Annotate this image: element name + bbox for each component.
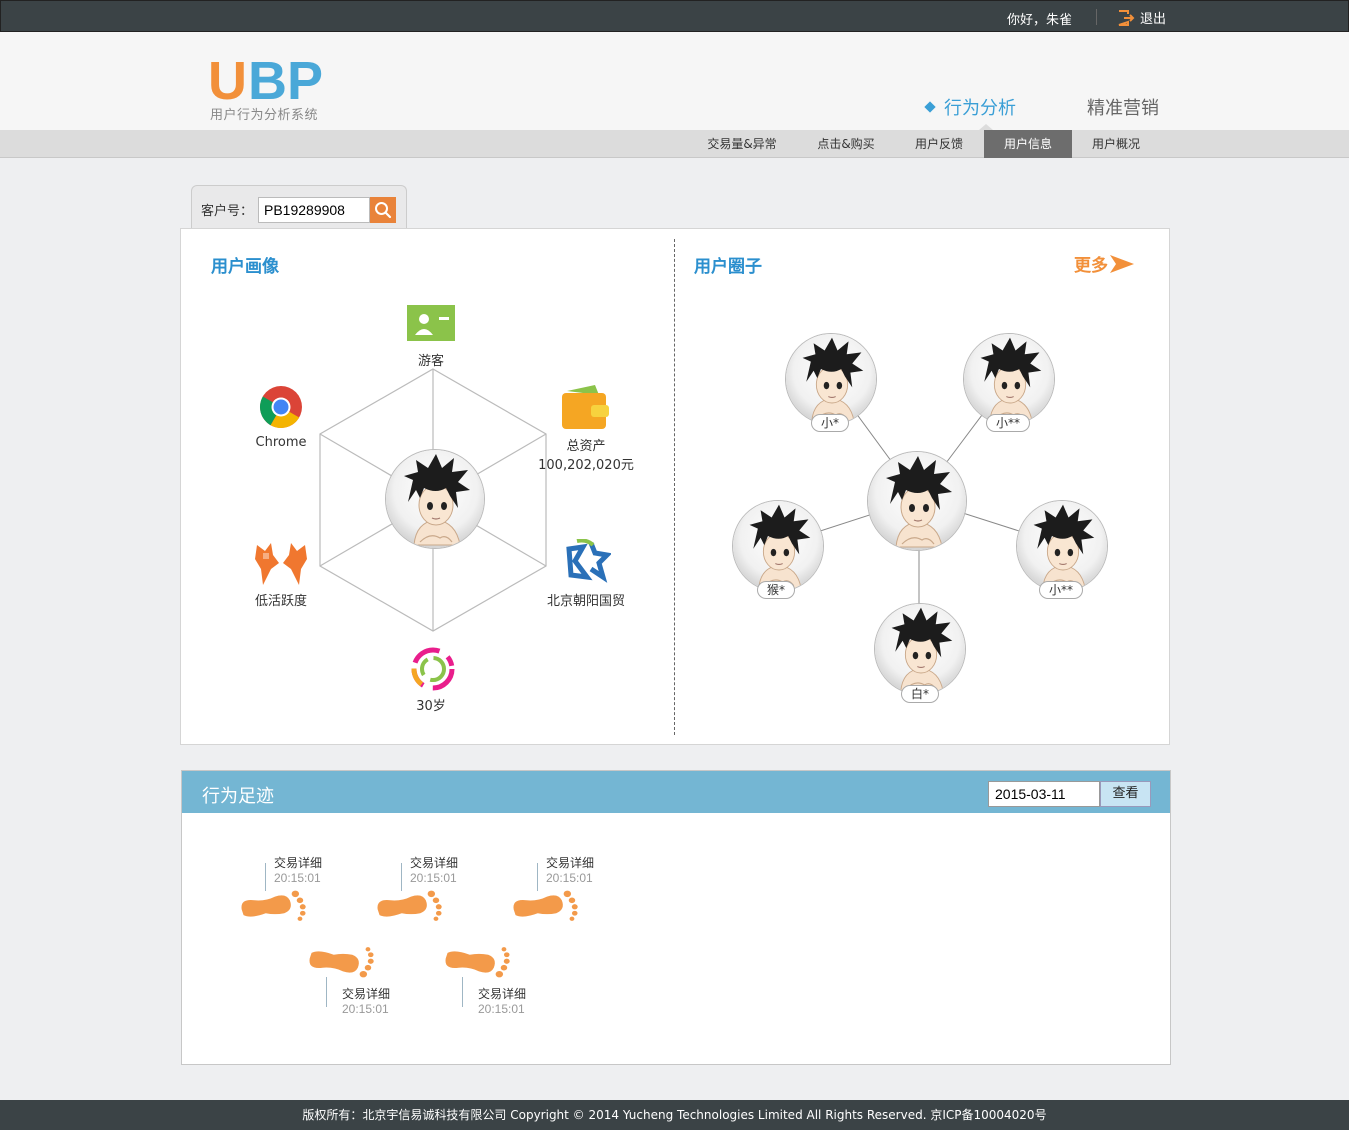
footprint-detail[interactable]: 交易详细 bbox=[478, 985, 526, 1002]
location-label: 北京朝阳国贸 bbox=[546, 594, 625, 609]
greeting-text: 你好，朱雀 bbox=[1007, 13, 1073, 28]
more-link[interactable]: 更多 bbox=[1074, 251, 1134, 276]
subnav-item-click-purchase[interactable]: 点击&购买 bbox=[805, 130, 887, 158]
diamond-icon bbox=[924, 101, 936, 113]
logout-icon bbox=[1118, 9, 1135, 26]
friend-avatar-1[interactable] bbox=[785, 333, 877, 425]
browser-label: Chrome bbox=[255, 435, 307, 450]
more-label: 更多 bbox=[1074, 256, 1108, 276]
customer-id-label: 客户号： bbox=[201, 204, 254, 219]
view-button[interactable]: 查看 bbox=[1100, 781, 1151, 807]
footprint-time: 20:15:01 bbox=[342, 1002, 389, 1016]
behavior-footprint-panel: 行为足迹 2015-03-11 查看 交易详细 20:15:01 交易详细 20… bbox=[181, 770, 1171, 1065]
footprint-time: 20:15:01 bbox=[410, 871, 457, 885]
friend-name-1[interactable]: 小* bbox=[811, 414, 850, 432]
main-nav-behavior-analysis[interactable]: 行为分析 bbox=[924, 94, 1016, 120]
chrome-icon bbox=[259, 386, 302, 429]
footprint-detail[interactable]: 交易详细 bbox=[274, 854, 322, 871]
footprint-connector bbox=[462, 977, 463, 1007]
friend-name-5[interactable]: 白* bbox=[901, 685, 940, 703]
center-user-avatar bbox=[867, 451, 967, 551]
footer: 版权所有：北京宇信易诚科技有限公司 Copyright © 2014 Yuche… bbox=[0, 1100, 1349, 1130]
logo-letters-bp: BP bbox=[248, 51, 324, 111]
user-circle-title: 用户圈子 bbox=[694, 257, 762, 277]
activity-icon bbox=[255, 543, 307, 585]
date-input[interactable]: 2015-03-11 bbox=[988, 781, 1100, 807]
age-label: 30岁 bbox=[416, 699, 446, 714]
footprint-time: 20:15:01 bbox=[478, 1002, 525, 1016]
user-profile-panel: 用户画像 游客 Chrome 总资产 100,202,020元 北京朝阳国贸 低… bbox=[180, 228, 1170, 745]
search-icon bbox=[375, 202, 392, 219]
footprint-icon bbox=[374, 885, 448, 923]
activity-label: 低活跃度 bbox=[254, 594, 307, 609]
footprint-icon bbox=[306, 945, 380, 983]
id-card-icon bbox=[407, 305, 455, 341]
friend-avatar-3[interactable] bbox=[732, 500, 824, 592]
footprint-detail[interactable]: 交易详细 bbox=[546, 854, 594, 871]
footprint-header: 行为足迹 2015-03-11 查看 bbox=[182, 771, 1170, 813]
wallet-icon bbox=[562, 385, 609, 429]
friend-avatar-5[interactable] bbox=[874, 603, 966, 695]
subnav-item-volume-anomaly[interactable]: 交易量&异常 bbox=[692, 130, 792, 158]
subnav-item-feedback[interactable]: 用户反馈 bbox=[900, 130, 978, 158]
footprint-title: 行为足迹 bbox=[202, 786, 274, 807]
top-bar: 你好，朱雀 退出 bbox=[0, 0, 1349, 32]
main-nav-label: 行为分析 bbox=[944, 98, 1016, 119]
footprint-icon bbox=[510, 885, 584, 923]
panel-divider bbox=[674, 239, 675, 735]
footprint-icon bbox=[442, 945, 516, 983]
friend-name-4[interactable]: 小** bbox=[1039, 581, 1084, 599]
location-logo-icon bbox=[566, 539, 611, 583]
footprint-time: 20:15:01 bbox=[274, 871, 321, 885]
header: U BP 用户行为分析系统 行为分析 精准营销 bbox=[0, 32, 1349, 130]
friend-avatar-4[interactable] bbox=[1016, 500, 1108, 592]
visitor-label: 游客 bbox=[417, 354, 444, 369]
assets-value: 100,202,020元 bbox=[538, 458, 634, 473]
search-button[interactable] bbox=[370, 197, 396, 223]
footprint-icon bbox=[238, 885, 312, 923]
friend-name-3[interactable]: 猴* bbox=[757, 581, 796, 599]
footprint-connector bbox=[326, 977, 327, 1007]
copyright-text: 版权所有：北京宇信易诚科技有限公司 Copyright © 2014 Yuche… bbox=[302, 1108, 1047, 1122]
sub-nav: 交易量&异常 点击&购买 用户反馈 用户信息 用户概况 bbox=[0, 130, 1349, 158]
customer-id-input[interactable] bbox=[258, 197, 370, 223]
arrow-right-icon bbox=[1110, 254, 1134, 273]
footprint-detail[interactable]: 交易详细 bbox=[342, 985, 390, 1002]
main-nav-precision-marketing[interactable]: 精准营销 bbox=[1087, 94, 1159, 120]
friend-name-2[interactable]: 小** bbox=[986, 414, 1031, 432]
age-ring-icon bbox=[411, 647, 455, 691]
logout-label: 退出 bbox=[1140, 12, 1167, 27]
subnav-item-user-overview[interactable]: 用户概况 bbox=[1080, 130, 1152, 158]
user-portrait-title: 用户画像 bbox=[211, 257, 279, 277]
logo-letter-u: U bbox=[208, 51, 247, 111]
customer-search: 客户号： bbox=[191, 185, 407, 230]
footprint-detail[interactable]: 交易详细 bbox=[410, 854, 458, 871]
subnav-item-user-info[interactable]: 用户信息 bbox=[984, 130, 1072, 158]
logout-button[interactable]: 退出 bbox=[1117, 8, 1166, 27]
friend-avatar-2[interactable] bbox=[963, 333, 1055, 425]
footprint-time: 20:15:01 bbox=[546, 871, 593, 885]
assets-label: 总资产 bbox=[566, 439, 606, 454]
logo-subtitle: 用户行为分析系统 bbox=[210, 108, 319, 123]
user-avatar bbox=[385, 449, 485, 549]
top-divider bbox=[1096, 9, 1097, 25]
